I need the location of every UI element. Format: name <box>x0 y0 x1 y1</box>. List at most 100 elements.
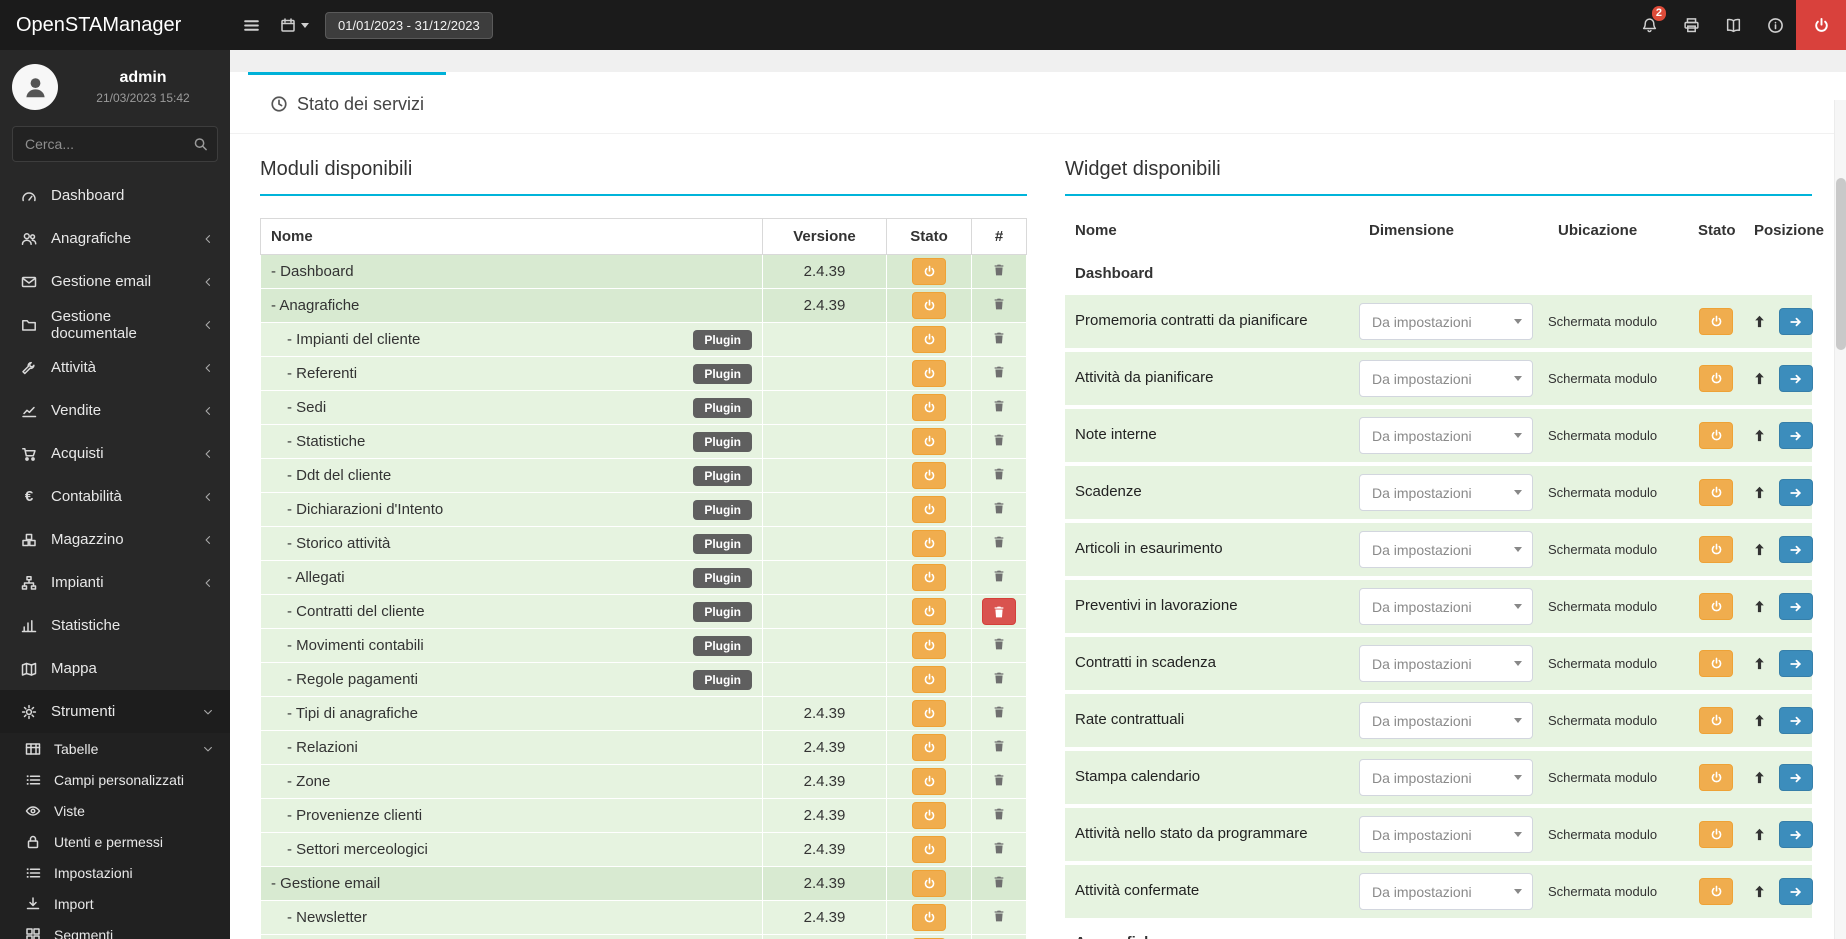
module-toggle-button[interactable] <box>912 632 946 659</box>
module-toggle-button[interactable] <box>912 700 946 727</box>
dimension-select[interactable]: Da impostazioni <box>1359 588 1533 625</box>
sidebar-item-dashboard[interactable]: Dashboard <box>0 174 230 217</box>
dimension-select[interactable]: Da impostazioni <box>1359 645 1533 682</box>
sidebar-item-acquisti[interactable]: Acquisti <box>0 432 230 475</box>
module-toggle-button[interactable] <box>912 496 946 523</box>
widget-toggle-button[interactable] <box>1699 479 1733 506</box>
widget-toggle-button[interactable] <box>1699 764 1733 791</box>
avatar[interactable] <box>12 64 58 110</box>
trash-icon[interactable] <box>992 773 1006 787</box>
sidebar-item-gestione-email[interactable]: Gestione email <box>0 260 230 303</box>
move-to-button[interactable] <box>1779 650 1813 677</box>
module-toggle-button[interactable] <box>912 802 946 829</box>
trash-icon[interactable] <box>992 399 1006 413</box>
trash-icon[interactable] <box>992 535 1006 549</box>
module-toggle-button[interactable] <box>912 462 946 489</box>
dimension-select[interactable]: Da impostazioni <box>1359 759 1533 796</box>
trash-icon[interactable] <box>992 875 1006 889</box>
trash-icon[interactable] <box>992 331 1006 345</box>
sidebar-item-attivita[interactable]: Attività <box>0 346 230 389</box>
sidebar-item-magazzino[interactable]: Magazzino <box>0 518 230 561</box>
widget-toggle-button[interactable] <box>1699 365 1733 392</box>
dimension-select[interactable]: Da impostazioni <box>1359 816 1533 853</box>
manual-button[interactable] <box>1712 0 1754 50</box>
module-toggle-button[interactable] <box>912 836 946 863</box>
widget-toggle-button[interactable] <box>1699 650 1733 677</box>
module-toggle-button[interactable] <box>912 394 946 421</box>
trash-icon[interactable] <box>992 637 1006 651</box>
sidebar-item-contabilita[interactable]: € Contabilità <box>0 475 230 518</box>
sidebar-toggle-button[interactable] <box>230 0 272 50</box>
search-icon[interactable] <box>193 137 208 152</box>
scrollbar-thumb[interactable] <box>1836 178 1846 350</box>
module-toggle-button[interactable] <box>912 870 946 897</box>
sidebar-item-gestione-documentale[interactable]: Gestione documentale <box>0 303 230 346</box>
module-toggle-button[interactable] <box>912 598 946 625</box>
logout-button[interactable] <box>1796 0 1846 50</box>
trash-icon[interactable] <box>992 739 1006 753</box>
trash-icon[interactable] <box>992 841 1006 855</box>
dimension-select[interactable]: Da impostazioni <box>1359 360 1533 397</box>
move-to-button[interactable] <box>1779 593 1813 620</box>
move-to-button[interactable] <box>1779 479 1813 506</box>
sidebar-item-vendite[interactable]: Vendite <box>0 389 230 432</box>
widget-toggle-button[interactable] <box>1699 878 1733 905</box>
move-up-icon[interactable] <box>1752 599 1767 614</box>
trash-icon[interactable] <box>992 263 1006 277</box>
scrollbar[interactable] <box>1834 100 1846 939</box>
trash-icon[interactable] <box>992 807 1006 821</box>
trash-icon[interactable] <box>992 433 1006 447</box>
sidebar-item-anagrafiche[interactable]: Anagrafiche <box>0 217 230 260</box>
widget-toggle-button[interactable] <box>1699 821 1733 848</box>
module-toggle-button[interactable] <box>912 666 946 693</box>
module-toggle-button[interactable] <box>912 360 946 387</box>
move-up-icon[interactable] <box>1752 713 1767 728</box>
module-toggle-button[interactable] <box>912 292 946 319</box>
module-toggle-button[interactable] <box>912 258 946 285</box>
sidebar-subitem-campi-personalizzati[interactable]: Campi personalizzati <box>0 764 230 795</box>
dimension-select[interactable]: Da impostazioni <box>1359 474 1533 511</box>
move-to-button[interactable] <box>1779 308 1813 335</box>
move-up-icon[interactable] <box>1752 371 1767 386</box>
module-toggle-button[interactable] <box>912 768 946 795</box>
move-to-button[interactable] <box>1779 764 1813 791</box>
dimension-select[interactable]: Da impostazioni <box>1359 417 1533 454</box>
dimension-select[interactable]: Da impostazioni <box>1359 531 1533 568</box>
move-up-icon[interactable] <box>1752 884 1767 899</box>
sidebar-item-statistiche[interactable]: Statistiche <box>0 604 230 647</box>
move-up-icon[interactable] <box>1752 428 1767 443</box>
trash-icon[interactable] <box>992 501 1006 515</box>
widget-toggle-button[interactable] <box>1699 593 1733 620</box>
module-toggle-button[interactable] <box>912 326 946 353</box>
module-toggle-button[interactable] <box>912 428 946 455</box>
date-range-badge[interactable]: 01/01/2023 - 31/12/2023 <box>325 11 493 39</box>
sidebar-item-impianti[interactable]: Impianti <box>0 561 230 604</box>
module-toggle-button[interactable] <box>912 564 946 591</box>
move-up-icon[interactable] <box>1752 827 1767 842</box>
move-to-button[interactable] <box>1779 365 1813 392</box>
info-button[interactable] <box>1754 0 1796 50</box>
tab-stato-dei-servizi[interactable]: Stato dei servizi <box>248 72 447 133</box>
print-button[interactable] <box>1670 0 1712 50</box>
sidebar-subitem-tabelle[interactable]: Tabelle <box>0 733 230 764</box>
sidebar-item-mappa[interactable]: Mappa <box>0 647 230 690</box>
calendar-dropdown-button[interactable] <box>272 0 317 50</box>
sidebar-subitem-utenti-e-permessi[interactable]: Utenti e permessi <box>0 826 230 857</box>
sidebar-subitem-segmenti[interactable]: Segmenti <box>0 919 230 939</box>
move-up-icon[interactable] <box>1752 485 1767 500</box>
notifications-button[interactable]: 2 <box>1628 0 1670 50</box>
brand-logo[interactable]: OpenSTAManager <box>0 0 230 50</box>
move-to-button[interactable] <box>1779 821 1813 848</box>
widget-toggle-button[interactable] <box>1699 536 1733 563</box>
sidebar-subitem-import[interactable]: Import <box>0 888 230 919</box>
move-to-button[interactable] <box>1779 707 1813 734</box>
dimension-select[interactable]: Da impostazioni <box>1359 702 1533 739</box>
move-to-button[interactable] <box>1779 536 1813 563</box>
sidebar-subitem-impostazioni[interactable]: Impostazioni <box>0 857 230 888</box>
module-toggle-button[interactable] <box>912 904 946 931</box>
widget-toggle-button[interactable] <box>1699 707 1733 734</box>
widget-toggle-button[interactable] <box>1699 308 1733 335</box>
trash-icon[interactable] <box>992 569 1006 583</box>
trash-icon[interactable] <box>992 467 1006 481</box>
sidebar-item-strumenti[interactable]: Strumenti <box>0 690 230 733</box>
